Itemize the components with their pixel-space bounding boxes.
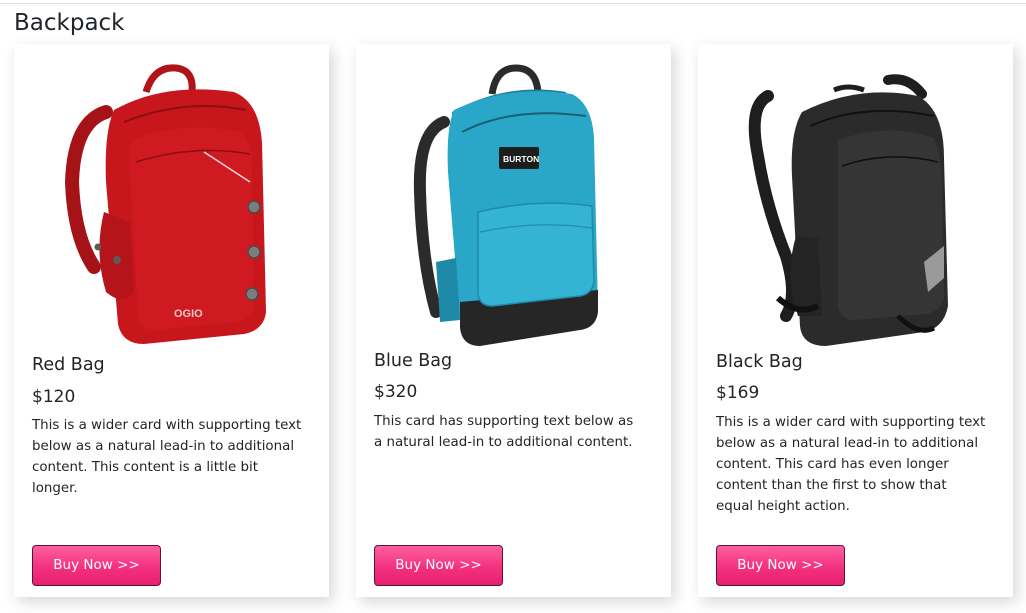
- card-text: This is a wider card with supporting tex…: [32, 418, 302, 496]
- card-price: $320: [374, 382, 418, 402]
- buy-now-button[interactable]: Buy Now >>: [32, 545, 161, 586]
- product-card-red-bag: OGIO Red Bag $120 This is a wider card w…: [14, 44, 329, 597]
- card-price: $169: [716, 383, 760, 403]
- buy-now-button[interactable]: Buy Now >>: [716, 545, 845, 586]
- top-divider: [0, 3, 1026, 4]
- card-text: This card has supporting text below as a…: [374, 414, 634, 450]
- black-backpack-image: [748, 74, 948, 347]
- card-price: $120: [32, 387, 76, 407]
- page-title: Backpack: [14, 10, 125, 36]
- red-bag-brand-logo: OGIO: [174, 308, 203, 320]
- red-backpack-image: OGIO: [64, 64, 266, 344]
- product-card-black-bag: Black Bag $169 This is a wider card with…: [698, 44, 1013, 597]
- product-card-blue-bag: BURTON Blue Bag $320 This card has suppo…: [356, 44, 671, 597]
- card-title: Blue Bag: [374, 351, 453, 371]
- blue-backpack-image: BURTON: [413, 64, 598, 346]
- card-title: Red Bag: [32, 355, 105, 375]
- card-title: Black Bag: [716, 352, 803, 372]
- card-text: This is a wider card with supporting tex…: [716, 415, 986, 514]
- blue-bag-brand-logo: BURTON: [503, 154, 539, 164]
- buy-now-button[interactable]: Buy Now >>: [374, 545, 503, 586]
